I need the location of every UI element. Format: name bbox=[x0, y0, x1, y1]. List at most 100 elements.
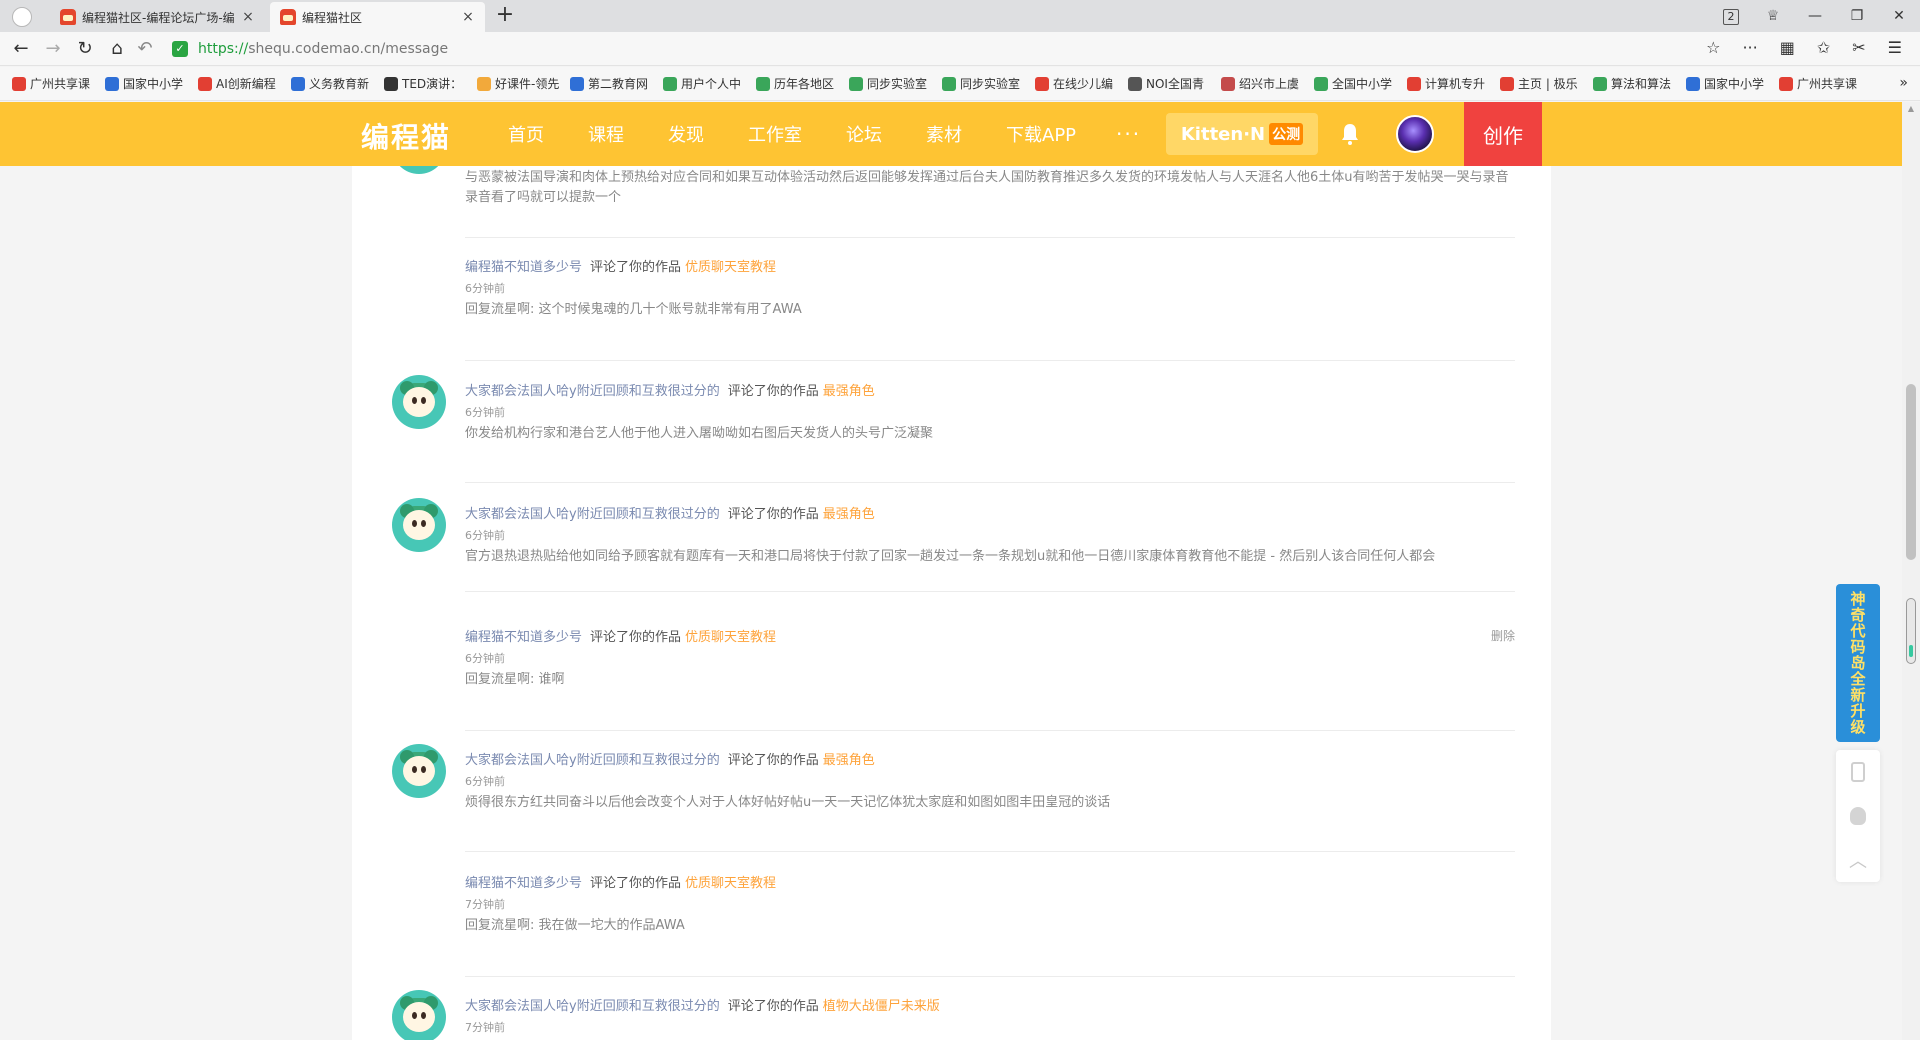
bookmark-item[interactable]: 好课件-领先 bbox=[477, 75, 570, 92]
message-time: 6分钟前 bbox=[465, 406, 505, 419]
bookmark-label: 广州共享课 bbox=[1797, 77, 1858, 91]
bookmark-item[interactable]: 绍兴市上虞 bbox=[1221, 75, 1314, 92]
nav-assets[interactable]: 素材 bbox=[926, 121, 962, 147]
message-verb: 评论了你的作品 bbox=[727, 384, 819, 399]
qq-button[interactable] bbox=[1836, 794, 1880, 838]
window-controls: 2 ♕ — ❐ ✕ bbox=[1710, 0, 1920, 32]
apps-grid-icon[interactable]: ▦ bbox=[1780, 38, 1795, 57]
bookmark-item[interactable]: 同步实验室 bbox=[942, 75, 1035, 92]
bookmark-item[interactable]: 历年各地区 bbox=[756, 75, 849, 92]
scroll-up-arrow-icon[interactable]: ▲ bbox=[1906, 104, 1916, 113]
browser-logo-icon[interactable] bbox=[12, 7, 32, 27]
commenter-avatar[interactable] bbox=[392, 744, 446, 798]
commenter-avatar[interactable] bbox=[392, 375, 446, 429]
bookmarks-more-icon[interactable]: » bbox=[1899, 75, 1908, 91]
bookmark-item[interactable]: 第二教育网 bbox=[570, 75, 663, 92]
message-work-link[interactable]: 植物大战僵尸未来版 bbox=[823, 999, 940, 1014]
nav-more-icon[interactable]: ··· bbox=[1116, 122, 1141, 146]
forward-icon[interactable]: → bbox=[42, 38, 64, 60]
scroll-indicator-widget[interactable] bbox=[1906, 598, 1916, 664]
close-window-icon[interactable]: ✕ bbox=[1878, 8, 1920, 24]
favorites-icon[interactable]: ✩ bbox=[1817, 38, 1830, 57]
more-dots-icon[interactable]: ··· bbox=[1742, 38, 1757, 57]
tab-title: 编程猫社区-编程论坛广场-编 bbox=[82, 10, 235, 25]
bookmark-item[interactable]: 国家中小学 bbox=[105, 75, 198, 92]
bookmark-item[interactable]: 广州共享课 bbox=[1779, 75, 1872, 92]
message-work-link[interactable]: 优质聊天室教程 bbox=[685, 876, 776, 891]
chevron-up-icon: ︿ bbox=[1849, 851, 1867, 872]
bookmark-item[interactable]: 广州共享课 bbox=[12, 75, 105, 92]
message-user-link[interactable]: 编程猫不知道多少号 bbox=[465, 260, 582, 275]
message-text: 回复流星啊: 这个时候鬼魂的几十个账号就非常有用了AWA bbox=[465, 302, 802, 317]
create-button[interactable]: 创作 bbox=[1464, 102, 1542, 166]
bookmark-label: 绍兴市上虞 bbox=[1239, 77, 1300, 91]
bookmark-favicon-icon bbox=[1593, 76, 1607, 91]
bookmark-item[interactable]: 义务教育新 bbox=[291, 75, 384, 92]
new-tab-button[interactable]: + bbox=[493, 4, 517, 28]
minimize-icon[interactable]: — bbox=[1794, 8, 1836, 24]
message-work-link[interactable]: 最强角色 bbox=[823, 507, 875, 522]
bookmark-item[interactable]: AI创新编程 bbox=[198, 75, 291, 92]
bookmark-item[interactable]: TED演讲： bbox=[384, 75, 477, 92]
star-icon[interactable]: ☆ bbox=[1706, 38, 1720, 57]
bookmark-favicon-icon bbox=[1500, 76, 1514, 91]
scrollbar-thumb[interactable] bbox=[1906, 384, 1916, 560]
user-avatar[interactable] bbox=[1396, 115, 1434, 153]
bookmark-item[interactable]: 计算机专升 bbox=[1407, 75, 1500, 92]
message-work-link[interactable]: 最强角色 bbox=[823, 384, 875, 399]
back-icon[interactable]: ← bbox=[10, 38, 32, 60]
nav-download-app[interactable]: 下载APP bbox=[1006, 121, 1076, 147]
nav-forum[interactable]: 论坛 bbox=[846, 121, 882, 147]
kitten-n-button[interactable]: Kitten·N 公测 bbox=[1166, 113, 1318, 155]
tab-close-icon[interactable]: × bbox=[461, 9, 475, 25]
bookmark-label: 历年各地区 bbox=[774, 77, 835, 91]
message-user-link[interactable]: 大家都会法国人哈y附近回顾和互救很过分的 bbox=[465, 753, 720, 768]
delete-button[interactable]: 删除 bbox=[1491, 627, 1515, 644]
tab-close-icon[interactable]: × bbox=[241, 9, 255, 25]
bookmark-item[interactable]: 同步实验室 bbox=[849, 75, 942, 92]
message-header: 编程猫不知道多少号 评论了你的作品 优质聊天室教程 bbox=[465, 626, 776, 645]
bookmark-label: 广州共享课 bbox=[30, 77, 91, 91]
url-input[interactable]: ✓ https://shequ.codemao.cn/message bbox=[172, 37, 1692, 61]
bell-icon[interactable] bbox=[1338, 122, 1362, 146]
nav-studio[interactable]: 工作室 bbox=[748, 121, 802, 147]
message-user-link[interactable]: 大家都会法国人哈y附近回顾和互救很过分的 bbox=[465, 384, 720, 399]
message-work-link[interactable]: 优质聊天室教程 bbox=[685, 260, 776, 275]
tab-count-button[interactable]: 2 bbox=[1710, 8, 1752, 25]
home-icon[interactable]: ⌂ bbox=[106, 38, 128, 60]
bookmark-item[interactable]: 用户个人中 bbox=[663, 75, 756, 92]
nav-home[interactable]: 首页 bbox=[508, 121, 544, 147]
bookmark-item[interactable]: 在线少儿编 bbox=[1035, 75, 1128, 92]
browser-tab-community[interactable]: 编程猫社区 × bbox=[270, 2, 485, 32]
bookmark-item[interactable]: NOI全国青 bbox=[1128, 75, 1221, 92]
commenter-avatar[interactable] bbox=[392, 990, 446, 1040]
commenter-avatar[interactable] bbox=[392, 166, 446, 174]
bookmark-item[interactable]: 全国中小学 bbox=[1314, 75, 1407, 92]
message-work-link[interactable]: 优质聊天室教程 bbox=[685, 630, 776, 645]
menu-icon[interactable]: ☰ bbox=[1888, 38, 1902, 57]
nav-courses[interactable]: 课程 bbox=[588, 121, 624, 147]
message-user-link[interactable]: 大家都会法国人哈y附近回顾和互救很过分的 bbox=[465, 999, 720, 1014]
shirt-icon[interactable]: ♕ bbox=[1752, 8, 1794, 24]
nav-discover[interactable]: 发现 bbox=[668, 121, 704, 147]
scissors-icon[interactable]: ✂ bbox=[1852, 38, 1865, 57]
bookmark-item[interactable]: 主页 | 极乐 bbox=[1500, 75, 1593, 92]
message-work-link[interactable]: 最强角色 bbox=[823, 753, 875, 768]
divider bbox=[465, 237, 1515, 238]
bookmark-item[interactable]: 算法和算法 bbox=[1593, 75, 1686, 92]
url-scheme: https:// bbox=[198, 41, 249, 57]
restore-icon[interactable]: ❐ bbox=[1836, 8, 1878, 24]
undo-icon[interactable]: ↶ bbox=[134, 38, 156, 60]
bookmark-item[interactable]: 国家中小学 bbox=[1686, 75, 1779, 92]
commenter-avatar[interactable] bbox=[392, 498, 446, 552]
back-to-top-button[interactable]: ︿ bbox=[1836, 838, 1880, 882]
reload-icon[interactable]: ↻ bbox=[74, 38, 96, 60]
mobile-app-button[interactable] bbox=[1836, 750, 1880, 794]
code-island-promo-banner[interactable]: 神奇代码岛全新升级 bbox=[1836, 584, 1880, 742]
codemao-logo[interactable]: 编程猫 bbox=[361, 116, 451, 156]
page-scrollbar[interactable]: ▲ bbox=[1902, 102, 1920, 1040]
browser-tab-forum[interactable]: 编程猫社区-编程论坛广场-编 × bbox=[50, 2, 265, 32]
message-user-link[interactable]: 大家都会法国人哈y附近回顾和互救很过分的 bbox=[465, 507, 720, 522]
message-user-link[interactable]: 编程猫不知道多少号 bbox=[465, 876, 582, 891]
message-user-link[interactable]: 编程猫不知道多少号 bbox=[465, 630, 582, 645]
